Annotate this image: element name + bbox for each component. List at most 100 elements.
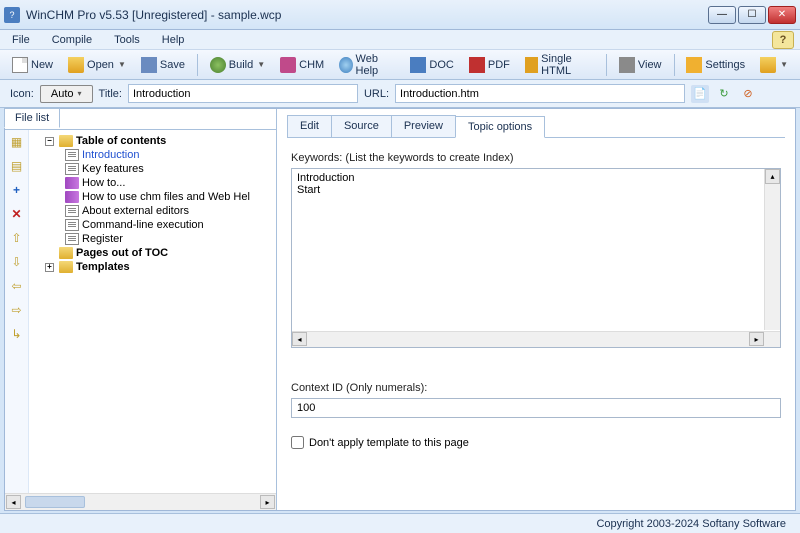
webhelp-button[interactable]: Web Help bbox=[333, 50, 401, 80]
expand-icon[interactable]: + bbox=[45, 263, 54, 272]
tree-node-keyfeatures[interactable]: Key features bbox=[31, 162, 274, 176]
minimize-button[interactable]: — bbox=[708, 6, 736, 24]
pdf-icon bbox=[469, 57, 485, 73]
menu-compile[interactable]: Compile bbox=[46, 32, 98, 48]
maximize-button[interactable]: ☐ bbox=[738, 6, 766, 24]
more-button[interactable]: ▼ bbox=[754, 54, 794, 76]
view-button[interactable]: View bbox=[613, 54, 668, 76]
doc-button[interactable]: DOC bbox=[404, 54, 459, 76]
toc-tree[interactable]: −Table of contents Introduction Key feat… bbox=[29, 130, 276, 493]
menu-file[interactable]: File bbox=[6, 32, 36, 48]
chevron-down-icon: ▼ bbox=[780, 60, 788, 69]
book-icon bbox=[65, 177, 79, 189]
page-icon bbox=[65, 219, 79, 231]
page-icon bbox=[65, 233, 79, 245]
close-button[interactable]: ✕ bbox=[768, 6, 796, 24]
folder-icon bbox=[59, 247, 73, 259]
tree-node-templates[interactable]: +Templates bbox=[31, 260, 274, 274]
tree-left-button[interactable]: ⇦ bbox=[9, 278, 25, 294]
separator bbox=[606, 54, 607, 76]
main-area: File list ▦ ▤ + ✕ ⇧ ⇩ ⇦ ⇨ ↳ −Table of co… bbox=[4, 108, 796, 511]
menu-tools[interactable]: Tools bbox=[108, 32, 146, 48]
title-input[interactable] bbox=[128, 84, 358, 103]
chm-button[interactable]: CHM bbox=[274, 54, 330, 76]
scroll-left-icon[interactable]: ◂ bbox=[6, 495, 21, 509]
main-toolbar: New Open▼ Save Build▼ CHM Web Help DOC P… bbox=[0, 50, 800, 80]
cancel-url-button[interactable]: ⊘ bbox=[739, 85, 757, 103]
scroll-thumb[interactable] bbox=[25, 496, 85, 508]
tree-node-introduction[interactable]: Introduction bbox=[31, 148, 274, 162]
settings-button[interactable]: Settings bbox=[680, 54, 751, 76]
new-icon bbox=[12, 57, 28, 73]
chevron-down-icon: ▼ bbox=[118, 60, 126, 69]
url-input[interactable] bbox=[395, 84, 685, 103]
folder-icon bbox=[760, 57, 776, 73]
tree-down-button[interactable]: ⇩ bbox=[9, 254, 25, 270]
help-icon[interactable]: ? bbox=[772, 31, 794, 49]
tree-tool-1[interactable]: ▦ bbox=[9, 134, 25, 150]
scroll-right-icon[interactable]: ▸ bbox=[260, 495, 275, 509]
keywords-vscrollbar[interactable]: ▴ bbox=[764, 169, 780, 330]
dont-apply-label: Don't apply template to this page bbox=[309, 437, 469, 449]
tree-node-howtochm[interactable]: How to use chm files and Web Hel bbox=[31, 190, 274, 204]
tree-node-abouteditors[interactable]: About external editors bbox=[31, 204, 274, 218]
menu-help[interactable]: Help bbox=[156, 32, 191, 48]
chevron-down-icon: ▾ bbox=[78, 89, 82, 98]
tree-right-button[interactable]: ⇨ bbox=[9, 302, 25, 318]
tree-node-toc[interactable]: −Table of contents bbox=[31, 134, 274, 148]
keywords-box: Introduction Start ▴ ◂▸ bbox=[291, 168, 781, 348]
tree-up-button[interactable]: ⇧ bbox=[9, 230, 25, 246]
icon-label: Icon: bbox=[10, 88, 34, 100]
tree-hscrollbar[interactable]: ◂ ▸ bbox=[5, 493, 276, 510]
status-bar: Copyright 2003-2024 Softany Software bbox=[0, 513, 800, 533]
url-label: URL: bbox=[364, 88, 389, 100]
open-icon bbox=[68, 57, 84, 73]
build-icon bbox=[210, 57, 226, 73]
contextid-input[interactable] bbox=[291, 398, 781, 418]
chm-icon bbox=[280, 57, 296, 73]
scroll-up-icon[interactable]: ▴ bbox=[765, 169, 780, 184]
file-list-tab[interactable]: File list bbox=[4, 108, 60, 128]
content-tabs: Edit Source Preview Topic options bbox=[287, 115, 785, 138]
page-icon bbox=[65, 163, 79, 175]
tree-tool-2[interactable]: ▤ bbox=[9, 158, 25, 174]
save-button[interactable]: Save bbox=[135, 54, 191, 76]
menubar: File Compile Tools Help ? bbox=[0, 30, 800, 50]
tree-node-cmdline[interactable]: Command-line execution bbox=[31, 218, 274, 232]
tree-add-button[interactable]: + bbox=[9, 182, 25, 198]
page-icon bbox=[65, 149, 79, 161]
scroll-right-icon[interactable]: ▸ bbox=[749, 332, 764, 346]
tree-delete-button[interactable]: ✕ bbox=[9, 206, 25, 222]
doc-icon bbox=[410, 57, 426, 73]
tab-topic-options[interactable]: Topic options bbox=[455, 116, 545, 138]
dont-apply-checkbox[interactable] bbox=[291, 436, 304, 449]
tree-toolbar: ▦ ▤ + ✕ ⇧ ⇩ ⇦ ⇨ ↳ bbox=[5, 130, 29, 493]
icon-auto-button[interactable]: Auto▾ bbox=[40, 85, 93, 103]
tree-node-pagesout[interactable]: Pages out of TOC bbox=[31, 246, 274, 260]
title-label: Title: bbox=[99, 88, 122, 100]
singlehtml-button[interactable]: Single HTML bbox=[519, 50, 600, 80]
keywords-hscrollbar[interactable]: ◂▸ bbox=[292, 331, 780, 347]
separator bbox=[197, 54, 198, 76]
pdf-button[interactable]: PDF bbox=[463, 54, 516, 76]
keywords-input[interactable]: Introduction Start bbox=[292, 169, 763, 330]
book-icon bbox=[65, 191, 79, 203]
scroll-left-icon[interactable]: ◂ bbox=[292, 332, 307, 346]
titlebar: ? WinCHM Pro v5.53 [Unregistered] - samp… bbox=[0, 0, 800, 30]
copy-url-button[interactable]: 📄 bbox=[691, 85, 709, 103]
tree-node-register[interactable]: Register bbox=[31, 232, 274, 246]
tree-node-howto[interactable]: How to... bbox=[31, 176, 274, 190]
html-icon bbox=[525, 57, 538, 73]
collapse-icon[interactable]: − bbox=[45, 137, 54, 146]
refresh-url-button[interactable]: ↻ bbox=[715, 85, 733, 103]
open-button[interactable]: Open▼ bbox=[62, 54, 132, 76]
chevron-down-icon: ▼ bbox=[257, 60, 265, 69]
tab-source[interactable]: Source bbox=[331, 115, 392, 137]
tab-edit[interactable]: Edit bbox=[287, 115, 332, 137]
tree-addchild-button[interactable]: ↳ bbox=[9, 326, 25, 342]
build-button[interactable]: Build▼ bbox=[204, 54, 271, 76]
contextid-label: Context ID (Only numerals): bbox=[291, 382, 781, 394]
tab-preview[interactable]: Preview bbox=[391, 115, 456, 137]
view-icon bbox=[619, 57, 635, 73]
new-button[interactable]: New bbox=[6, 54, 59, 76]
